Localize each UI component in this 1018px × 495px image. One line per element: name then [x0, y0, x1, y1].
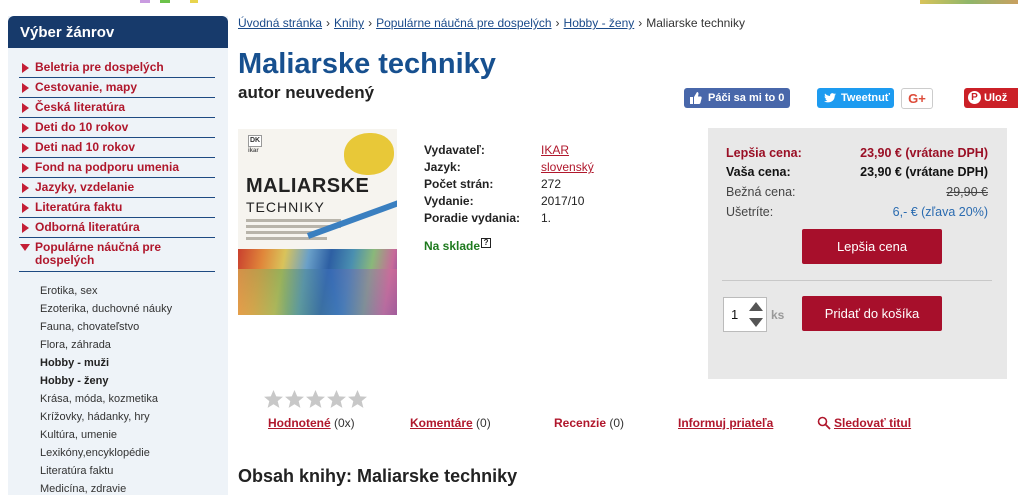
twitter-bird-icon [824, 93, 836, 103]
subgenre-item[interactable]: Kultúra, umenie [40, 426, 228, 444]
stock-status: Na sklade? [424, 238, 492, 253]
publisher-link[interactable]: IKAR [541, 142, 569, 159]
arrow-right-icon [22, 143, 29, 153]
content-section-title: Obsah knihy: Maliarske techniky [238, 466, 518, 486]
book-cover-image[interactable]: DK ikar MALIARSKE TECHNIKY [238, 129, 397, 315]
breadcrumb-separator: › [638, 16, 643, 30]
genre-item-deti-nad-10[interactable]: Deti nad 10 rokov [19, 138, 215, 158]
genre-item-fond[interactable]: Fond na podporu umenia [19, 158, 215, 178]
price-divider [722, 280, 992, 281]
tab-comments[interactable]: Komentáre (0) [410, 416, 491, 430]
genre-item-deti-do-10[interactable]: Deti do 10 rokov [19, 118, 215, 138]
google-plus-button[interactable]: G+ [901, 88, 933, 109]
tab-ratings[interactable]: Hodnotené (0x) [268, 416, 355, 430]
subgenre-item[interactable]: Krása, móda, kozmetika [40, 390, 228, 408]
breadcrumb-link-category[interactable]: Populárne náučná pre dospelých [376, 16, 551, 30]
subgenre-item[interactable]: Lexikóny,encyklopédie [40, 444, 228, 462]
arrow-right-icon [22, 223, 29, 233]
page-title: Maliarske techniky [238, 48, 496, 80]
subgenre-item[interactable]: Flora, záhrada [40, 336, 228, 354]
search-icon [817, 416, 831, 430]
decrement-arrow-icon[interactable] [749, 318, 763, 327]
arrow-right-icon [22, 103, 29, 113]
genre-item-popularne-naucna[interactable]: Populárne náučná pre dospelých [19, 238, 215, 272]
subgenre-item[interactable]: Medicína, zdravie [40, 480, 228, 495]
thumbs-up-icon [690, 92, 702, 104]
better-price-button[interactable]: Lepšia cena [802, 229, 942, 264]
cover-title: MALIARSKE [246, 175, 370, 197]
breadcrumb-separator: › [326, 16, 331, 30]
quantity-unit: ks [771, 308, 785, 322]
normal-price-row: Bežná cena: 29,90 € [726, 185, 988, 199]
breadcrumb-link-home[interactable]: Úvodná stránka [238, 16, 322, 30]
star-icon[interactable] [347, 389, 368, 410]
arrow-right-icon [22, 123, 29, 133]
star-icon[interactable] [263, 389, 284, 410]
ikar-logo: ikar [248, 148, 259, 154]
subgenre-item[interactable]: Ezoterika, duchovné náuky [40, 300, 228, 318]
your-price-row: Vaša cena: 23,90 € (vrátane DPH) [726, 165, 988, 179]
star-icon[interactable] [305, 389, 326, 410]
subgenre-item[interactable]: Erotika, sex [40, 282, 228, 300]
facebook-like-button[interactable]: Páči sa mi to 0 [684, 88, 790, 108]
savings-row: Ušetríte: 6,- € (zľava 20%) [726, 205, 988, 219]
genre-item-literatura-faktu[interactable]: Literatúra faktu [19, 198, 215, 218]
increment-arrow-icon[interactable] [749, 302, 763, 311]
arrow-right-icon [22, 183, 29, 193]
breadcrumb-separator: › [368, 16, 373, 30]
sidebar-title: Výber žánrov [8, 16, 228, 48]
quantity-stepper[interactable]: 1 [723, 297, 767, 332]
star-icon[interactable] [284, 389, 305, 410]
genre-item-odborna[interactable]: Odborná literatúra [19, 218, 215, 238]
top-decor-strip [0, 0, 1018, 4]
subgenre-item[interactable]: Literatúra faktu [40, 462, 228, 480]
arrow-right-icon [22, 163, 29, 173]
dk-logo: DK [248, 135, 262, 147]
tab-follow-title[interactable]: Sledovať titul [817, 416, 911, 430]
breadcrumb-link-subcategory[interactable]: Hobby - ženy [564, 16, 635, 30]
language-link[interactable]: slovenský [541, 159, 594, 176]
help-icon[interactable]: ? [481, 238, 492, 248]
price-box: Lepšia cena: 23,90 € (vrátane DPH) Vaša … [708, 128, 1007, 379]
quantity-value[interactable]: 1 [731, 307, 738, 322]
arrow-right-icon [22, 203, 29, 213]
tab-tell-friend[interactable]: Informuj priateľa [678, 416, 773, 430]
genre-list: Beletria pre dospelých Cestovanie, mapy … [8, 58, 228, 495]
pinterest-icon: P [968, 91, 981, 104]
genre-item-ceska-literatura[interactable]: Česká literatúra [19, 98, 215, 118]
tab-reviews[interactable]: Recenzie (0) [554, 416, 624, 430]
book-author: autor neuvedený [238, 83, 375, 102]
best-price-row: Lepšia cena: 23,90 € (vrátane DPH) [726, 146, 988, 160]
arrow-right-icon [22, 83, 29, 93]
arrow-down-icon [20, 244, 30, 251]
subgenre-item[interactable]: Krížovky, hádanky, hry [40, 408, 228, 426]
cover-paint-overlay [238, 269, 397, 315]
genre-sidebar: Výber žánrov Beletria pre dospelých Cest… [8, 16, 228, 495]
cover-badge [344, 133, 394, 175]
breadcrumb-link-knihy[interactable]: Knihy [334, 16, 364, 30]
breadcrumb-current: Maliarske techniky [646, 16, 745, 30]
genre-item-beletria[interactable]: Beletria pre dospelých [19, 58, 215, 78]
twitter-tweet-button[interactable]: Tweetnuť [817, 88, 894, 108]
breadcrumb: Úvodná stránka › Knihy › Populárne náučná pr… [238, 16, 745, 30]
subgenre-item[interactable]: Hobby - muži [40, 354, 228, 372]
star-icon[interactable] [326, 389, 347, 410]
rating-stars[interactable] [263, 389, 368, 411]
genre-item-cestovanie[interactable]: Cestovanie, mapy [19, 78, 215, 98]
breadcrumb-separator: › [555, 16, 560, 30]
pinterest-save-button[interactable]: P Ulož [964, 88, 1018, 108]
add-to-cart-button[interactable]: Pridať do košíka [802, 296, 942, 331]
subgenre-list: Erotika, sex Ezoterika, duchovné náuky F… [40, 282, 228, 495]
subgenre-item[interactable]: Fauna, chovateľstvo [40, 318, 228, 336]
genre-item-jazyky[interactable]: Jazyky, vzdelanie [19, 178, 215, 198]
subgenre-item-active[interactable]: Hobby - ženy [40, 372, 228, 390]
cover-subtitle: TECHNIKY [246, 199, 325, 215]
arrow-right-icon [22, 63, 29, 73]
